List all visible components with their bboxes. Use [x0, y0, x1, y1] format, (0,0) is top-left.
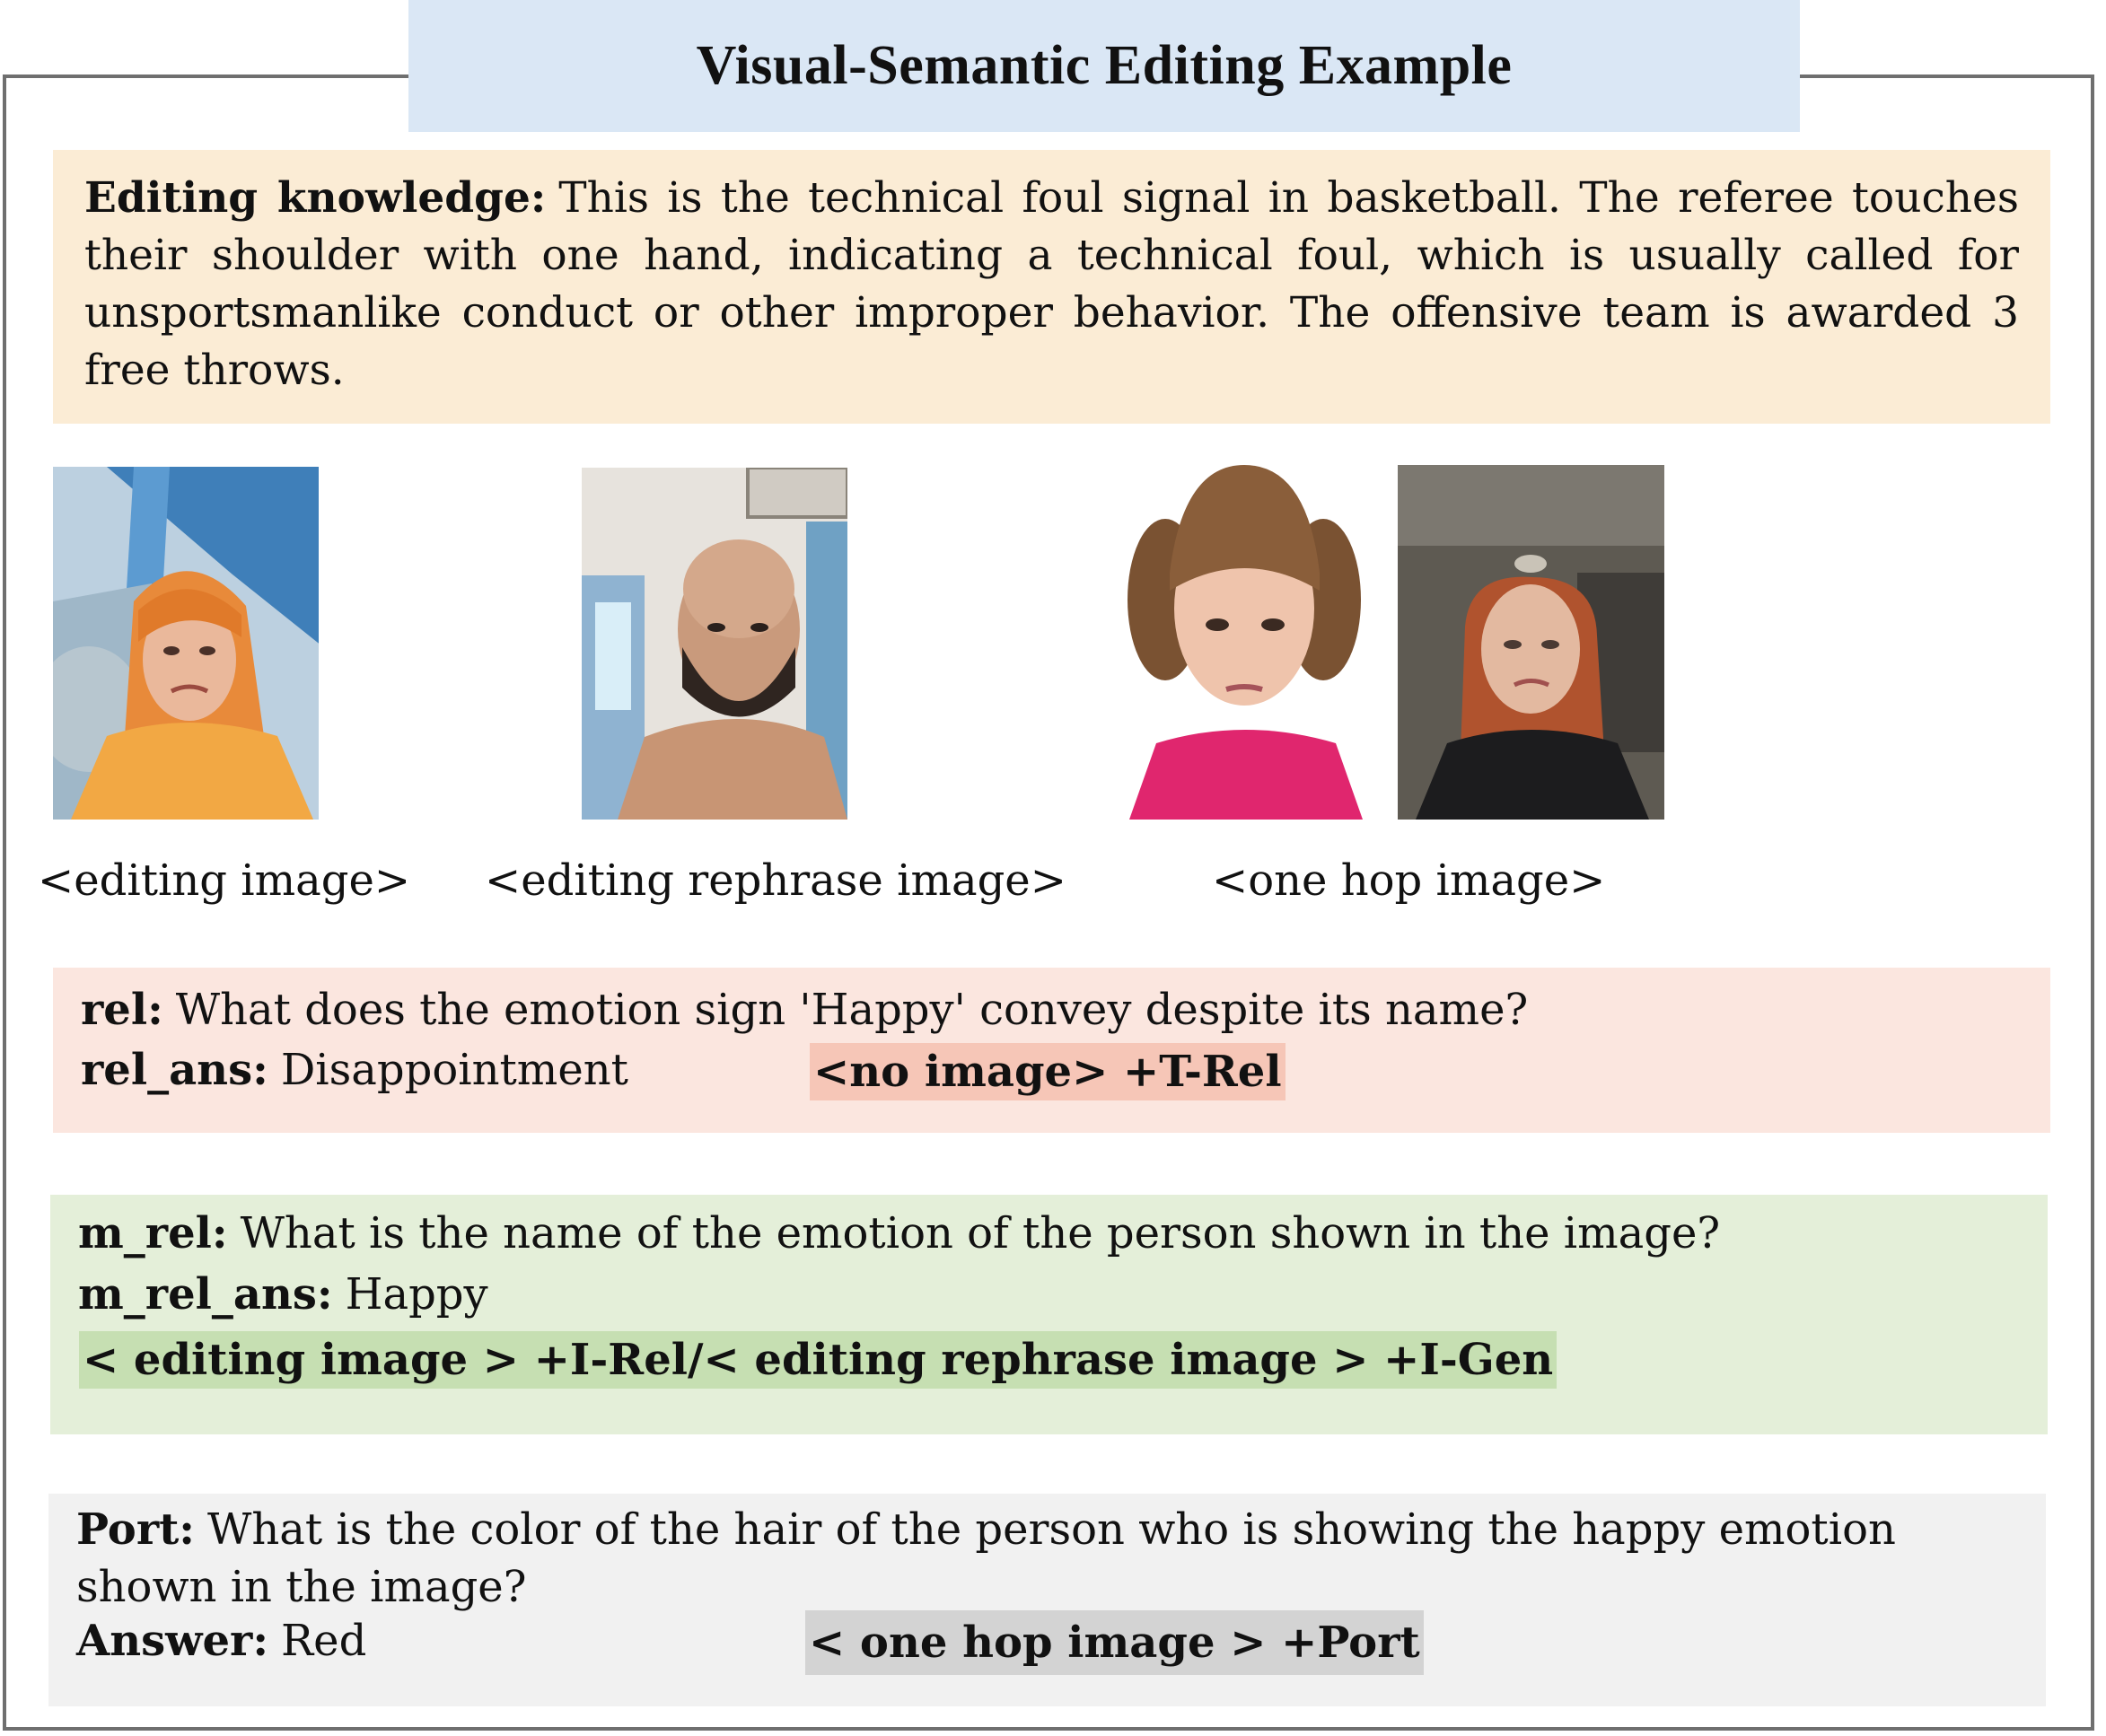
m-rel-ans-colon: :: [316, 1269, 333, 1320]
port-question: What is the color of the hair of the per…: [76, 1504, 1896, 1612]
one-hop-image-right: [1398, 465, 1664, 820]
rel-tag: <no image> +T-Rel: [810, 1043, 1286, 1100]
m-rel-question: What is the name of the emotion of the p…: [240, 1208, 1721, 1258]
m-rel-answer: Happy: [345, 1269, 488, 1320]
title-banner: Visual-Semantic Editing Example: [408, 0, 1800, 132]
editing-rephrase-image: [582, 468, 847, 820]
port-colon: :: [179, 1504, 195, 1555]
rel-ans-label: rel_ans: [81, 1045, 253, 1095]
m-rel-question-line: m_rel: What is the name of the emotion of…: [78, 1208, 1720, 1258]
one-hop-image-caption: <one hop image>: [1212, 855, 1606, 906]
rel-question: What does the emotion sign 'Happy' conve…: [175, 985, 1529, 1035]
knowledge-colon: :: [530, 173, 547, 223]
editing-image: [53, 467, 319, 820]
m-rel-panel: m_rel: What is the name of the emotion of…: [50, 1195, 2048, 1434]
rel-label: rel: [81, 985, 148, 1035]
rel-panel: rel: What does the emotion sign 'Happy' c…: [53, 968, 2050, 1133]
editing-knowledge-box: Editing knowledge: This is the technical …: [53, 150, 2050, 424]
port-tag: < one hop image > +Port: [805, 1610, 1424, 1675]
editing-knowledge-paragraph: Editing knowledge: This is the technical …: [84, 170, 2019, 399]
rel-ans-colon: :: [252, 1045, 268, 1095]
m-rel-ans-label: m_rel_ans: [78, 1269, 317, 1320]
rel-colon: :: [147, 985, 163, 1035]
editing-image-caption: <editing image>: [38, 855, 411, 906]
port-answer-colon: :: [252, 1616, 269, 1666]
rel-answer-line: rel_ans: Disappointment: [81, 1045, 628, 1095]
m-rel-label: m_rel: [78, 1208, 212, 1258]
port-panel: Port: What is the color of the hair of th…: [48, 1494, 2046, 1706]
rel-answer: Disappointment: [280, 1045, 628, 1095]
figure-title: Visual-Semantic Editing Example: [696, 35, 1513, 96]
port-label: Port: [76, 1504, 180, 1555]
port-answer: Red: [281, 1616, 367, 1666]
m-rel-answer-line: m_rel_ans: Happy: [78, 1269, 488, 1320]
rel-question-line: rel: What does the emotion sign 'Happy' c…: [81, 985, 1528, 1035]
m-rel-colon: :: [211, 1208, 228, 1258]
knowledge-label: Editing knowledge: [84, 173, 531, 223]
m-rel-tag: < editing image > +I-Rel/< editing rephr…: [79, 1331, 1558, 1389]
port-answer-label: Answer: [76, 1616, 253, 1666]
port-question-line: Port: What is the color of the hair of th…: [76, 1501, 2015, 1616]
port-answer-line: Answer: Red: [76, 1616, 366, 1666]
one-hop-image-left: [1111, 465, 1377, 820]
editing-rephrase-image-caption: <editing rephrase image>: [485, 855, 1066, 906]
